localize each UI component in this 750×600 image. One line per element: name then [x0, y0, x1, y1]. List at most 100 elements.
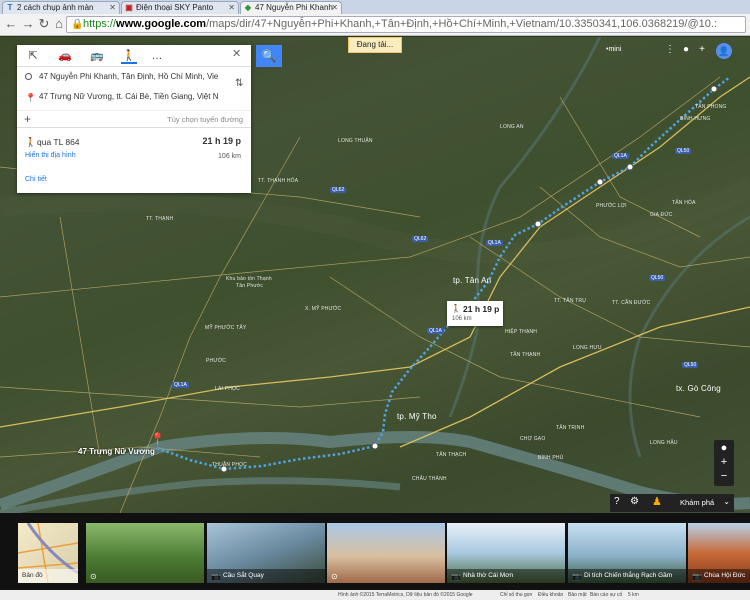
photo-thumbnail[interactable]: ⊙	[327, 523, 445, 583]
imagery-strip: Bản đồ ⊙ 📷 Cầu Sắt Quay ⊙ 📷 Nhà thờ Cái …	[0, 513, 750, 590]
settings-icon[interactable]: ⚙	[630, 496, 639, 507]
map-place-label[interactable]: TT. THẠNH HÓA	[258, 178, 298, 184]
map-place-label[interactable]: X. MỸ PHƯỚC	[305, 306, 341, 312]
close-tab-icon[interactable]: ✕	[109, 2, 116, 13]
avatar[interactable]: 👤	[716, 43, 732, 59]
route-result[interactable]: 🚶 qua TL 864 21 h 19 p Hiển thị địa hình…	[17, 129, 251, 193]
notifications-icon[interactable]: ●	[680, 44, 692, 56]
home-icon[interactable]: ⌂	[51, 16, 67, 32]
route-options-link[interactable]: Tùy chọn tuyến đường	[167, 115, 243, 124]
map-place-label[interactable]: CHỢ GẠO	[520, 436, 545, 442]
map-place-label[interactable]: TÂN HÒA	[672, 200, 696, 206]
thumbnail-caption: Nhà thờ Cái Mơn	[447, 569, 565, 583]
share-icon[interactable]: +	[696, 44, 708, 56]
map-place-label[interactable]: LAI PHỌC	[215, 386, 240, 392]
bubble-distance: 106 km	[452, 316, 472, 322]
photo-thumbnail[interactable]: 📷 Cầu Sắt Quay	[207, 523, 325, 583]
route-time-bubble[interactable]: 🚶 21 h 19 p 106 km	[447, 301, 503, 326]
origin-field[interactable]: 47 Nguyễn Phi Khanh, Tân Định, Hồ Chí Mi…	[25, 70, 231, 84]
map-place-label[interactable]: TT. CẦN ĐƯỚC	[612, 300, 650, 306]
thumbnail-caption: Cầu Sắt Quay	[207, 569, 325, 583]
photo-thumbnail[interactable]: 📷 Chùa Hội Đức	[688, 523, 750, 583]
car-icon[interactable]: 🚗	[57, 48, 73, 64]
destination-marker-icon[interactable]: 📍	[150, 432, 165, 446]
thumbnail-caption: Chùa Hội Đức	[688, 569, 750, 583]
swap-direction-icon[interactable]: ⇅	[235, 78, 243, 89]
map-place-label[interactable]: TÂN TRỊNH	[556, 425, 584, 431]
road-shield: QL50	[675, 148, 692, 154]
road-shield: QL62	[412, 236, 429, 242]
road-shield: QL1A	[172, 382, 189, 388]
map-place-label[interactable]: tp. Tân An	[453, 276, 491, 285]
map-footer: Hình ảnh ©2015 TerraMetrics, Dữ liệu bản…	[0, 590, 750, 600]
origin-text: 47 Nguyễn Phi Khanh, Tân Định, Hồ Chí Mi…	[39, 72, 219, 81]
url-protocol: https://	[83, 18, 117, 30]
map-place-label[interactable]: LONG THUẬN	[338, 138, 373, 144]
tab-google-maps[interactable]: ◆ 47 Nguyễn Phi Khanh ✕	[240, 1, 342, 14]
close-icon[interactable]: ✕	[232, 47, 241, 60]
photo-thumbnail[interactable]: 📷 Di tích Chiến thắng Rạch Gầm	[568, 523, 686, 583]
map-place-label[interactable]: LONG HẬU	[650, 440, 678, 446]
tab-screenshot-guide[interactable]: T 2 cách chụp ảnh màn ✕	[2, 1, 120, 14]
map-place-label[interactable]: TT. TÂN TRỤ	[554, 298, 586, 304]
zoom-out-button[interactable]: −	[714, 470, 734, 482]
footer-link[interactable]: Bảo mật	[568, 590, 587, 600]
map-place-label[interactable]: TÂN THẠCH	[436, 452, 466, 458]
map-place-label[interactable]: THUẬN PHỌC	[212, 462, 247, 468]
help-icon[interactable]: ?	[614, 496, 620, 507]
map-place-label[interactable]: Tân Phước	[236, 283, 263, 289]
photo-thumbnail[interactable]: 📷 Nhà thờ Cái Mơn	[447, 523, 565, 583]
explore-label: Khám phá	[680, 498, 715, 507]
footer-link[interactable]: Chỉ số thu gọn	[500, 590, 532, 600]
pegman-icon[interactable]: ♟	[652, 495, 662, 508]
photosphere-icon: ⊙	[90, 572, 97, 581]
tab-favicon-icon: T	[7, 3, 13, 12]
expand-chevron-icon[interactable]: ⌄	[723, 497, 730, 506]
map-place-label[interactable]: HIỆP THẠNH	[505, 329, 537, 335]
directions-icon[interactable]: ⇱	[25, 48, 41, 64]
route-details-link[interactable]: Chi tiết	[25, 176, 47, 183]
destination-text: 47 Trưng Nữ Vương, tt. Cái Bè, Tiền Gian…	[39, 92, 219, 101]
map-place-label[interactable]: TÂN PHONG	[695, 104, 727, 110]
destination-field[interactable]: 📍 47 Trưng Nữ Vương, tt. Cái Bè, Tiền Gi…	[25, 90, 231, 104]
compass-icon[interactable]: ●	[714, 442, 734, 454]
tab-favicon-icon: ▣	[125, 3, 133, 12]
search-button[interactable]: 🔍	[256, 45, 282, 67]
show-terrain-link[interactable]: Hiển thị địa hình	[25, 152, 76, 159]
footer-link[interactable]: Báo cáo sự cố	[590, 590, 622, 600]
add-destination-icon[interactable]: +	[24, 112, 31, 126]
more-modes-icon[interactable]: …	[149, 48, 165, 64]
transit-icon[interactable]: 🚌	[89, 48, 105, 64]
explore-bar[interactable]: ? ⚙ ♟ Khám phá ⌄	[610, 494, 734, 512]
apps-grid-icon[interactable]: ⋮	[664, 44, 676, 56]
zoom-in-button[interactable]: +	[714, 456, 734, 468]
back-icon[interactable]: ←	[3, 16, 19, 32]
forward-icon[interactable]: →	[20, 16, 36, 32]
map-place-label[interactable]: BÌNH PHÚ	[538, 455, 564, 461]
tab-label: Điện thoại SKY Panto	[136, 3, 214, 12]
map-place-label[interactable]: BÌNH HƯNG	[680, 116, 711, 122]
address-bar[interactable]: 🔒 https://www.google.com/maps/dir/47+Ngu…	[66, 16, 746, 33]
map-place-label[interactable]: CHÂU THÀNH	[412, 476, 447, 482]
photo-thumbnail[interactable]: ⊙	[86, 523, 204, 583]
map-place-label[interactable]: LONG HỰU	[573, 345, 602, 351]
tab-sky-phone[interactable]: ▣ Điện thoại SKY Panto ✕	[121, 1, 239, 14]
close-tab-icon[interactable]: ✕	[331, 2, 338, 13]
map-place-label[interactable]: PHƯỚC	[206, 358, 226, 364]
close-tab-icon[interactable]: ✕	[228, 2, 235, 13]
road-shield: QL50	[649, 275, 666, 281]
map-place-label[interactable]: TÂN THẠNH	[510, 352, 540, 358]
map-place-label[interactable]: MỸ PHƯỚC TÂY	[205, 325, 246, 331]
walking-icon[interactable]: 🚶	[121, 48, 137, 64]
map-place-label[interactable]: PHƯỚC LỢI	[596, 203, 627, 209]
map-place-label[interactable]: GIA ĐỨC	[650, 212, 673, 218]
map-place-label[interactable]: LONG AN	[500, 124, 524, 130]
reload-icon[interactable]: ↻	[36, 16, 52, 32]
map-thumbnail[interactable]: Bản đồ	[18, 523, 78, 583]
map-place-label[interactable]: tx. Gò Công	[676, 384, 721, 393]
map-place-label[interactable]: tp. Mỹ Tho	[397, 412, 437, 421]
map-place-label[interactable]: Khu bảo tồn Thạnh	[226, 276, 272, 282]
footer-link[interactable]: Điều khoản	[538, 590, 563, 600]
map-place-label[interactable]: TT. THẠNH	[146, 216, 173, 222]
photosphere-icon: ⊙	[331, 572, 338, 581]
